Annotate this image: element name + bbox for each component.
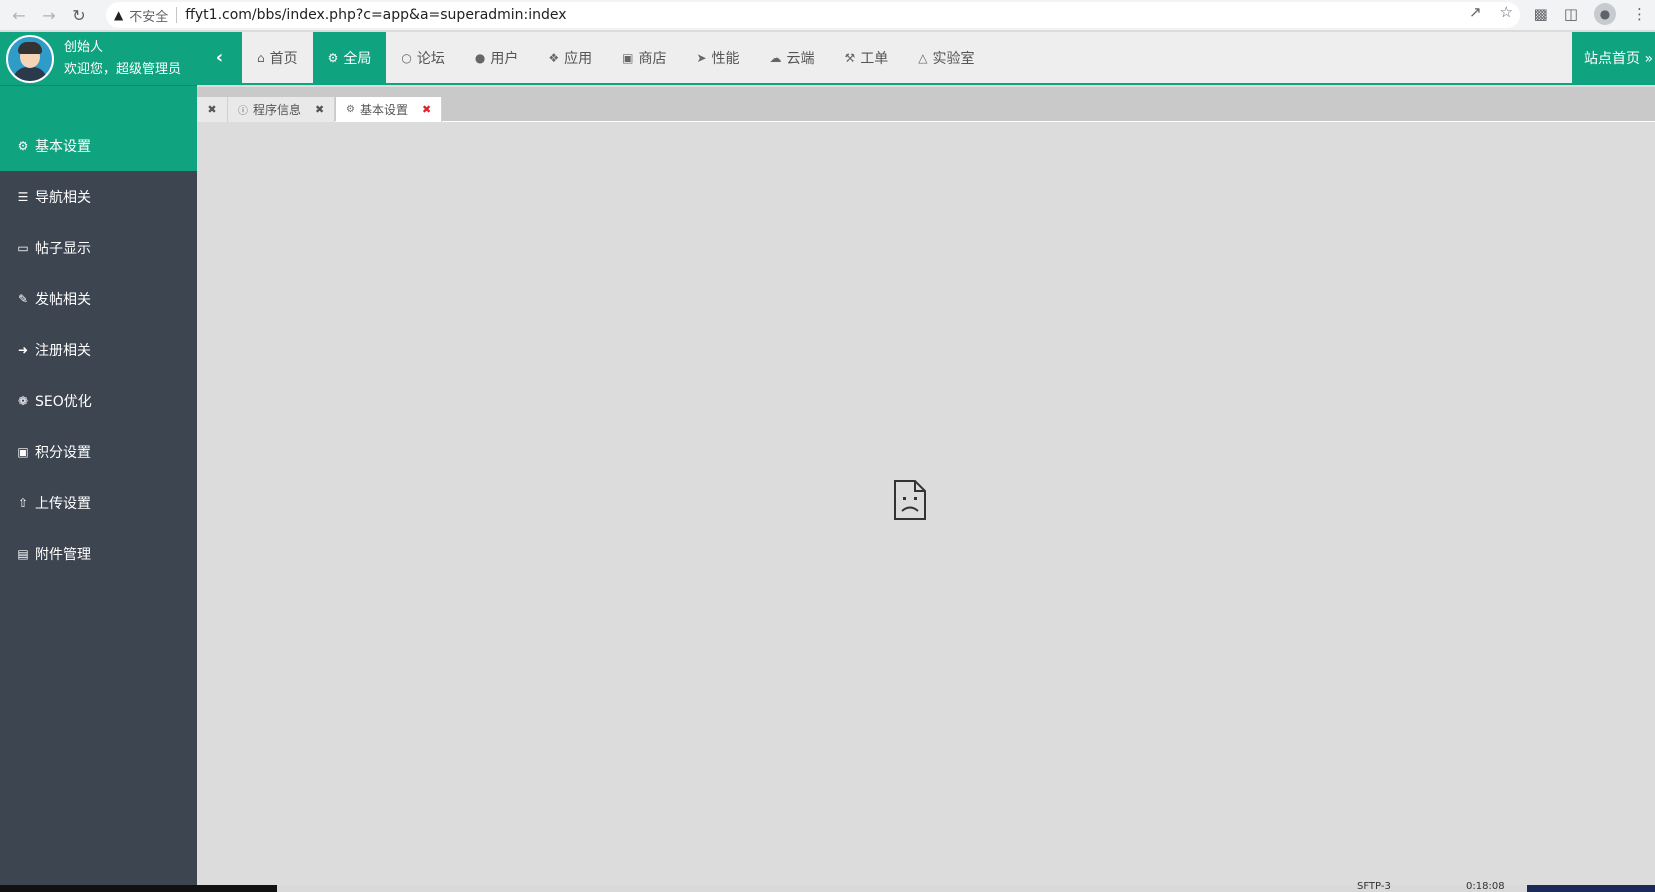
- nav-item-forum[interactable]: ○ 论坛: [386, 32, 459, 83]
- upload-icon: ⇧: [17, 495, 29, 510]
- omnibox-actions: ↗ ☆: [1469, 3, 1513, 21]
- avatar: [6, 34, 54, 83]
- nav-item-home[interactable]: ⌂ 首页: [242, 32, 313, 83]
- close-icon: ✖: [207, 103, 217, 116]
- taskbar-label: SFTP-3: [1357, 881, 1391, 892]
- cloud-icon: ☁: [769, 50, 782, 65]
- reload-icon[interactable]: ↻: [68, 4, 90, 26]
- divider: [176, 7, 178, 23]
- bars-icon: ☰: [17, 189, 29, 204]
- shopping-bag-icon: ▣: [622, 50, 634, 65]
- tab-program-info[interactable]: ⓘ 程序信息 ✖: [228, 97, 336, 122]
- forward-icon[interactable]: →: [38, 4, 60, 26]
- tab-bar: ✖ ⓘ 程序信息 ✖ ⚙ 基本设置 ✖: [197, 87, 1655, 122]
- sidebar-item-post-display[interactable]: ▭ 帖子显示: [0, 222, 197, 273]
- taskbar-left: [0, 885, 277, 892]
- nav-item-global[interactable]: ⚙ 全局: [312, 32, 387, 83]
- extensions-icon[interactable]: ▩: [1534, 5, 1548, 23]
- side-panel-icon[interactable]: ◫: [1564, 5, 1578, 23]
- nav-item-tickets[interactable]: ⚒ 工单: [830, 32, 904, 83]
- comments-icon: ○: [401, 50, 412, 65]
- paper-plane-icon: ➤: [696, 50, 707, 65]
- top-nav: ⌂ 首页 ⚙ 全局 ○ 论坛 ● 用户 ❖ 应用 ▣ 商店 ➤ 性能 ☁ 云端 ⚒ 工单 △ 实验室: [242, 32, 990, 83]
- gears-icon: ⚙: [327, 50, 339, 65]
- nav-item-users[interactable]: ● 用户: [460, 32, 533, 83]
- content-frame: [197, 122, 1655, 885]
- welcome-text: 欢迎您，超级管理员: [64, 61, 182, 77]
- sidebar-item-points[interactable]: ▣ 积分设置: [0, 426, 197, 477]
- sidebar-item-posting[interactable]: ✎ 发帖相关: [0, 273, 197, 324]
- site-home-link[interactable]: 站点首页 »: [1572, 32, 1655, 83]
- nav-item-apps[interactable]: ❖ 应用: [533, 32, 607, 83]
- os-taskbar: SFTP-3 0:18:08: [0, 881, 1655, 892]
- sign-in-icon: ➜: [17, 342, 29, 357]
- nav-item-store[interactable]: ▣ 商店: [607, 32, 681, 83]
- sidebar-item-seo[interactable]: ❁ SEO优化: [0, 375, 197, 426]
- money-icon: ▣: [17, 444, 29, 459]
- tab-basic-settings[interactable]: ⚙ 基本设置 ✖: [336, 97, 443, 122]
- chevron-left-icon: ‹: [215, 47, 224, 68]
- users-icon: ●: [474, 50, 486, 65]
- user-panel: 创始人 欢迎您，超级管理员: [0, 32, 197, 85]
- star-icon[interactable]: ☆: [1500, 3, 1513, 21]
- close-icon[interactable]: ✖: [422, 103, 431, 116]
- profile-icon[interactable]: ●: [1594, 3, 1616, 25]
- close-icon[interactable]: ✖: [315, 103, 324, 116]
- nav-item-performance[interactable]: ➤ 性能: [681, 32, 754, 83]
- sidebar-item-navigation[interactable]: ☰ 导航相关: [0, 171, 197, 222]
- top-header: 创始人 欢迎您，超级管理员 ‹ ⌂ 首页 ⚙ 全局 ○ 论坛 ● 用户 ❖ 应用 ▣ 商店 …: [0, 32, 1655, 85]
- broken-document-icon: [894, 480, 926, 520]
- sidebar: ⚙ 基本设置 ☰ 导航相关 ▭ 帖子显示 ✎ 发帖相关 ➜ 注册相关 ❁ SEO优化 ▣ 积分…: [0, 120, 197, 885]
- gear-icon: ⚙: [17, 138, 29, 153]
- wrench-icon: ⚒: [844, 50, 856, 65]
- folder-open-icon: ▤: [17, 546, 29, 561]
- taskbar-clock: 0:18:08: [1466, 881, 1505, 892]
- flask-icon: △: [918, 50, 928, 65]
- share-icon[interactable]: ↗: [1469, 3, 1482, 21]
- browser-actions: ▩ ◫ ● ⋮: [1534, 3, 1647, 25]
- desktop-icon: ▭: [17, 240, 29, 255]
- user-info: 创始人 欢迎您，超级管理员: [64, 37, 181, 81]
- nav-item-lab[interactable]: △ 实验室: [903, 32, 989, 83]
- sidebar-header-strip: [0, 85, 197, 120]
- address-bar[interactable]: ▲ 不安全 ffyt1.com/bbs/index.php?c=app&a=su…: [106, 2, 1520, 28]
- menu-icon[interactable]: ⋮: [1632, 5, 1647, 23]
- collapse-sidebar-button[interactable]: ‹: [197, 32, 242, 83]
- paw-icon: ❁: [17, 393, 29, 408]
- close-all-tabs-button[interactable]: ✖: [197, 97, 228, 122]
- sidebar-item-attachments[interactable]: ▤ 附件管理: [0, 528, 197, 579]
- home-icon: ⌂: [257, 50, 265, 65]
- back-icon[interactable]: ←: [8, 4, 30, 26]
- browser-toolbar: ← → ↻ ▲ 不安全 ffyt1.com/bbs/index.php?c=ap…: [0, 0, 1655, 30]
- edit-icon: ✎: [17, 291, 29, 306]
- info-icon: ⓘ: [238, 106, 248, 117]
- url-text[interactable]: ffyt1.com/bbs/index.php?c=app&a=superadm…: [185, 7, 566, 23]
- gear-icon: ⚙: [346, 104, 355, 115]
- taskbar-right: [1527, 885, 1655, 892]
- warning-icon[interactable]: ▲: [114, 8, 123, 22]
- cubes-icon: ❖: [548, 50, 560, 65]
- sidebar-item-registration[interactable]: ➜ 注册相关: [0, 324, 197, 375]
- security-label[interactable]: 不安全: [129, 6, 168, 25]
- user-name: 创始人: [64, 39, 104, 55]
- sidebar-item-basic-settings[interactable]: ⚙ 基本设置: [0, 120, 197, 171]
- nav-item-cloud[interactable]: ☁ 云端: [755, 32, 830, 83]
- sidebar-item-upload[interactable]: ⇧ 上传设置: [0, 477, 197, 528]
